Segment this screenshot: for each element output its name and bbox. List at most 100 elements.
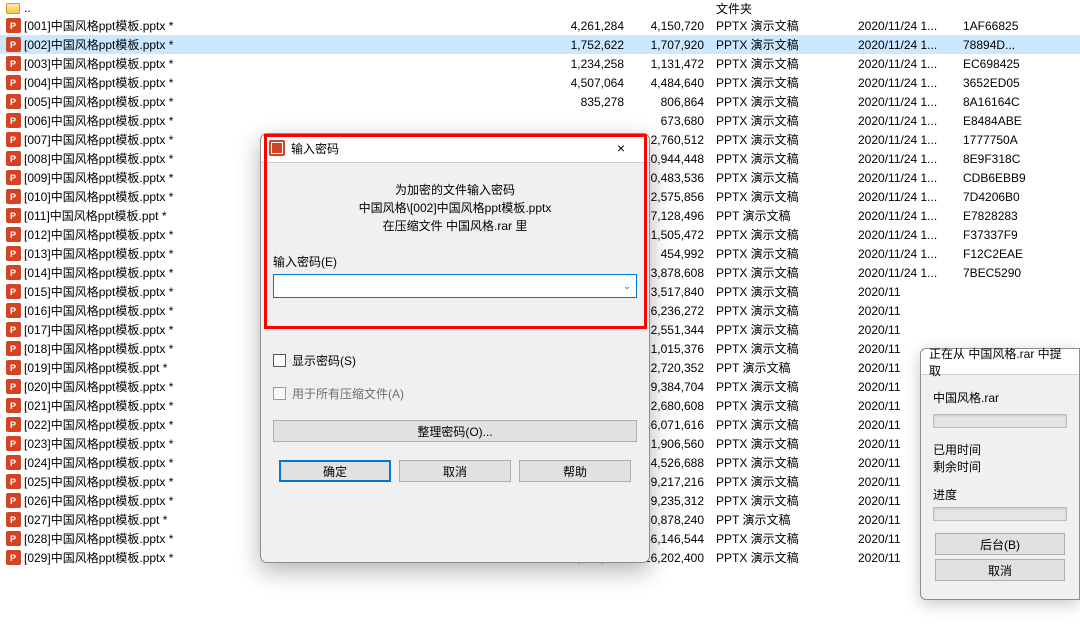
pptx-icon	[4, 436, 22, 451]
pptx-icon	[4, 455, 22, 470]
parent-folder-row[interactable]: .. 文件夹	[0, 0, 1080, 16]
help-button[interactable]: 帮助	[519, 460, 631, 482]
progress-title[interactable]: 正在从 中国风格.rar 中提取	[921, 349, 1079, 375]
file-crc: F37337F9	[959, 228, 1079, 242]
file-type: PPTX 演示文稿	[712, 416, 854, 433]
pptx-icon	[4, 493, 22, 508]
pptx-icon	[4, 208, 22, 223]
file-row[interactable]: [004]中国风格ppt模板.pptx *4,507,0644,484,640P…	[0, 73, 1080, 92]
pptx-icon	[4, 56, 22, 71]
file-date: 2020/11/24 1...	[854, 57, 959, 71]
file-size: 1,234,258	[552, 57, 632, 71]
close-icon[interactable]: ×	[601, 135, 641, 161]
cancel-button[interactable]: 取消	[399, 460, 511, 482]
file-name: [003]中国风格ppt模板.pptx *	[22, 55, 552, 72]
file-name: [005]中国风格ppt模板.pptx *	[22, 93, 552, 110]
pptx-icon	[4, 417, 22, 432]
file-crc: 1AF66825	[959, 19, 1079, 33]
password-input[interactable]	[273, 274, 637, 298]
file-type: PPTX 演示文稿	[712, 169, 854, 186]
file-row[interactable]: [005]中国风格ppt模板.pptx *835,278806,864PPTX …	[0, 92, 1080, 111]
pptx-icon	[4, 18, 22, 33]
file-date: 2020/11/24 1...	[854, 133, 959, 147]
password-label: 输入密码(E)	[273, 253, 637, 270]
pptx-icon	[4, 284, 22, 299]
file-packed: 1,131,472	[632, 57, 712, 71]
pptx-icon	[4, 512, 22, 527]
file-name: [002]中国风格ppt模板.pptx *	[22, 36, 552, 53]
pptx-icon	[4, 37, 22, 52]
file-crc: 1777750A	[959, 133, 1079, 147]
file-type: PPTX 演示文稿	[712, 17, 854, 34]
file-type: PPTX 演示文稿	[712, 378, 854, 395]
file-type: PPTX 演示文稿	[712, 188, 854, 205]
file-crc: 8E9F318C	[959, 152, 1079, 166]
file-crc: 8A16164C	[959, 95, 1079, 109]
pptx-icon	[4, 531, 22, 546]
file-type: PPTX 演示文稿	[712, 150, 854, 167]
file-type: PPT 演示文稿	[712, 207, 854, 224]
chevron-down-icon[interactable]: ⌄	[618, 275, 636, 297]
background-button[interactable]: 后台(B)	[935, 533, 1065, 555]
file-crc: 3652ED05	[959, 76, 1079, 90]
file-date: 2020/11/24 1...	[854, 171, 959, 185]
dialog-title: 输入密码	[291, 140, 601, 157]
file-date: 2020/11/24 1...	[854, 114, 959, 128]
file-type: PPT 演示文稿	[712, 511, 854, 528]
dialog-message: 为加密的文件输入密码 中国风格\[002]中国风格ppt模板.pptx 在压缩文…	[273, 181, 637, 235]
file-type: PPTX 演示文稿	[712, 454, 854, 471]
pptx-icon	[4, 379, 22, 394]
file-crc: 7BEC5290	[959, 266, 1079, 280]
file-type: PPTX 演示文稿	[712, 245, 854, 262]
manage-passwords-button[interactable]: 整理密码(O)...	[273, 420, 637, 442]
file-type: PPTX 演示文稿	[712, 36, 854, 53]
ok-button[interactable]: 确定	[279, 460, 391, 482]
pptx-icon	[4, 246, 22, 261]
file-type: PPT 演示文稿	[712, 359, 854, 376]
file-row[interactable]: [006]中国风格ppt模板.pptx * 673,680PPTX 演示文稿202…	[0, 111, 1080, 130]
file-type: PPTX 演示文稿	[712, 549, 854, 566]
dialog-titlebar[interactable]: 输入密码 ×	[261, 134, 649, 163]
file-type: PPTX 演示文稿	[712, 93, 854, 110]
file-type: PPTX 演示文稿	[712, 55, 854, 72]
file-date: 2020/11	[854, 323, 959, 337]
file-date: 2020/11	[854, 285, 959, 299]
checkbox-icon	[273, 354, 286, 367]
file-date: 2020/11/24 1...	[854, 95, 959, 109]
file-row[interactable]: [002]中国风格ppt模板.pptx *1,752,6221,707,920P…	[0, 35, 1080, 54]
file-row[interactable]: [001]中国风格ppt模板.pptx *4,261,2844,150,720P…	[0, 16, 1080, 35]
archive-icon	[269, 140, 285, 156]
file-type: PPTX 演示文稿	[712, 473, 854, 490]
file-crc: E8484ABE	[959, 114, 1079, 128]
file-type: PPTX 演示文稿	[712, 397, 854, 414]
file-type: PPTX 演示文稿	[712, 264, 854, 281]
file-date: 2020/11/24 1...	[854, 152, 959, 166]
pptx-icon	[4, 113, 22, 128]
file-type: PPTX 演示文稿	[712, 74, 854, 91]
file-name: [006]中国风格ppt模板.pptx *	[22, 112, 552, 129]
folder-icon	[4, 3, 22, 14]
progress-cancel-button[interactable]: 取消	[935, 559, 1065, 581]
pptx-icon	[4, 132, 22, 147]
archive-name: 中国风格.rar	[933, 389, 1067, 406]
pptx-icon	[4, 151, 22, 166]
file-crc: 78894D...	[959, 38, 1079, 52]
file-row[interactable]: [003]中国风格ppt模板.pptx *1,234,2581,131,472P…	[0, 54, 1080, 73]
file-packed: 4,484,640	[632, 76, 712, 90]
file-size: 1,752,622	[552, 38, 632, 52]
file-name: [004]中国风格ppt模板.pptx *	[22, 74, 552, 91]
file-type: PPTX 演示文稿	[712, 131, 854, 148]
show-password-checkbox[interactable]: 显示密码(S)	[273, 352, 637, 369]
file-crc: CDB6EBB9	[959, 171, 1079, 185]
checkbox-icon	[273, 387, 286, 400]
file-date: 2020/11	[854, 304, 959, 318]
file-type: PPTX 演示文稿	[712, 112, 854, 129]
pptx-icon	[4, 474, 22, 489]
file-date: 2020/11/24 1...	[854, 247, 959, 261]
elapsed-label: 已用时间	[933, 442, 1067, 459]
file-packed: 673,680	[632, 114, 712, 128]
file-type: PPTX 演示文稿	[712, 302, 854, 319]
extract-progress-dialog: 正在从 中国风格.rar 中提取 中国风格.rar 已用时间 剩余时间 进度 后…	[920, 348, 1080, 600]
pptx-icon	[4, 94, 22, 109]
password-dialog: 输入密码 × 为加密的文件输入密码 中国风格\[002]中国风格ppt模板.pp…	[260, 133, 650, 563]
